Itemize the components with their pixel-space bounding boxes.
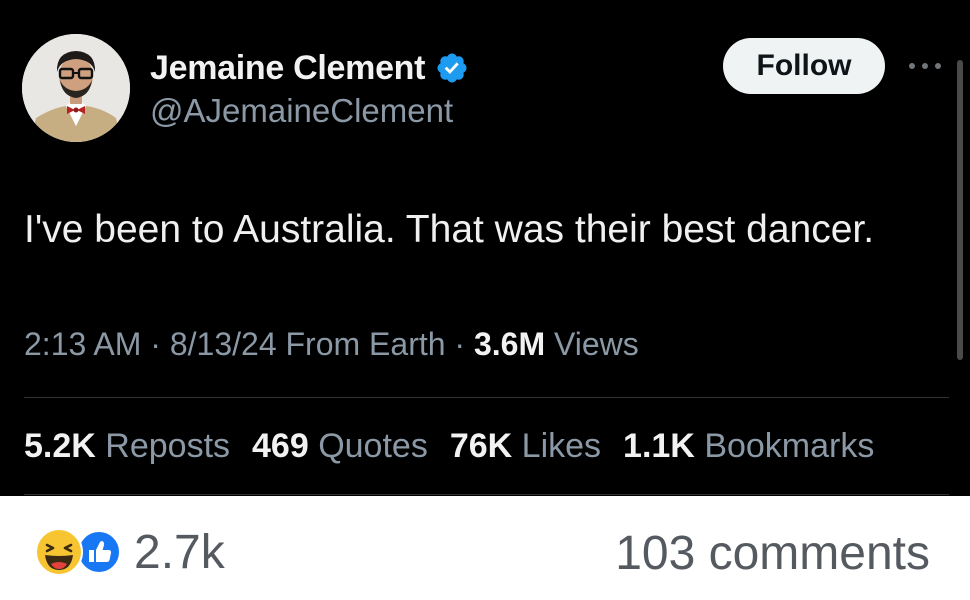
divider (24, 494, 949, 495)
bookmarks-count: 1.1K (623, 427, 695, 465)
views-label: Views (554, 326, 639, 362)
comments-count-link[interactable]: 103 comments (615, 526, 930, 581)
tweet-source: From Earth (285, 326, 446, 362)
meta-separator: · (454, 326, 466, 362)
reposts-stat[interactable]: 5.2K Reposts (24, 427, 230, 466)
tweet-time[interactable]: 2:13 AM (24, 326, 141, 362)
author-handle[interactable]: @AJemaineClement (150, 92, 453, 130)
bookmarks-stat[interactable]: 1.1K Bookmarks (623, 427, 874, 466)
reaction-count: 2.7k (134, 525, 225, 579)
author-display-name[interactable]: Jemaine Clement (150, 49, 425, 88)
post-footer: 2.7k 103 comments (0, 496, 970, 600)
bookmarks-label: Bookmarks (704, 427, 875, 465)
avatar[interactable] (22, 34, 130, 142)
divider (24, 397, 949, 398)
verified-badge-icon (437, 53, 467, 83)
meta-separator: · (150, 326, 161, 362)
views-count: 3.6M (473, 326, 546, 362)
haha-reaction-icon (35, 528, 83, 576)
reposts-count: 5.2K (24, 427, 96, 465)
engagement-stats: 5.2K Reposts 469 Quotes 76K Likes 1.1K B… (24, 427, 874, 466)
tweet-card: Jemaine Clement @AJemaineClement Follow … (0, 0, 970, 496)
follow-button[interactable]: Follow (723, 38, 885, 94)
likes-stat[interactable]: 76K Likes (450, 427, 601, 466)
likes-label: Likes (521, 427, 602, 465)
quotes-stat[interactable]: 469 Quotes (252, 427, 428, 466)
reposts-label: Reposts (105, 427, 231, 465)
tweet-text: I've been to Australia. That was their b… (24, 208, 875, 251)
quotes-count: 469 (252, 427, 309, 465)
reactions-summary[interactable]: 2.7k (34, 525, 225, 579)
tweet-meta: 2:13 AM · 8/13/24 From Earth · 3.6M View… (24, 326, 639, 363)
author-name-row: Jemaine Clement (150, 46, 469, 90)
scrollbar[interactable] (957, 60, 963, 360)
likes-count: 76K (449, 427, 513, 465)
quotes-label: Quotes (318, 427, 428, 465)
more-horizontal-icon[interactable] (905, 56, 945, 76)
tweet-date[interactable]: 8/13/24 (170, 326, 277, 362)
avatar-photo (22, 34, 130, 142)
